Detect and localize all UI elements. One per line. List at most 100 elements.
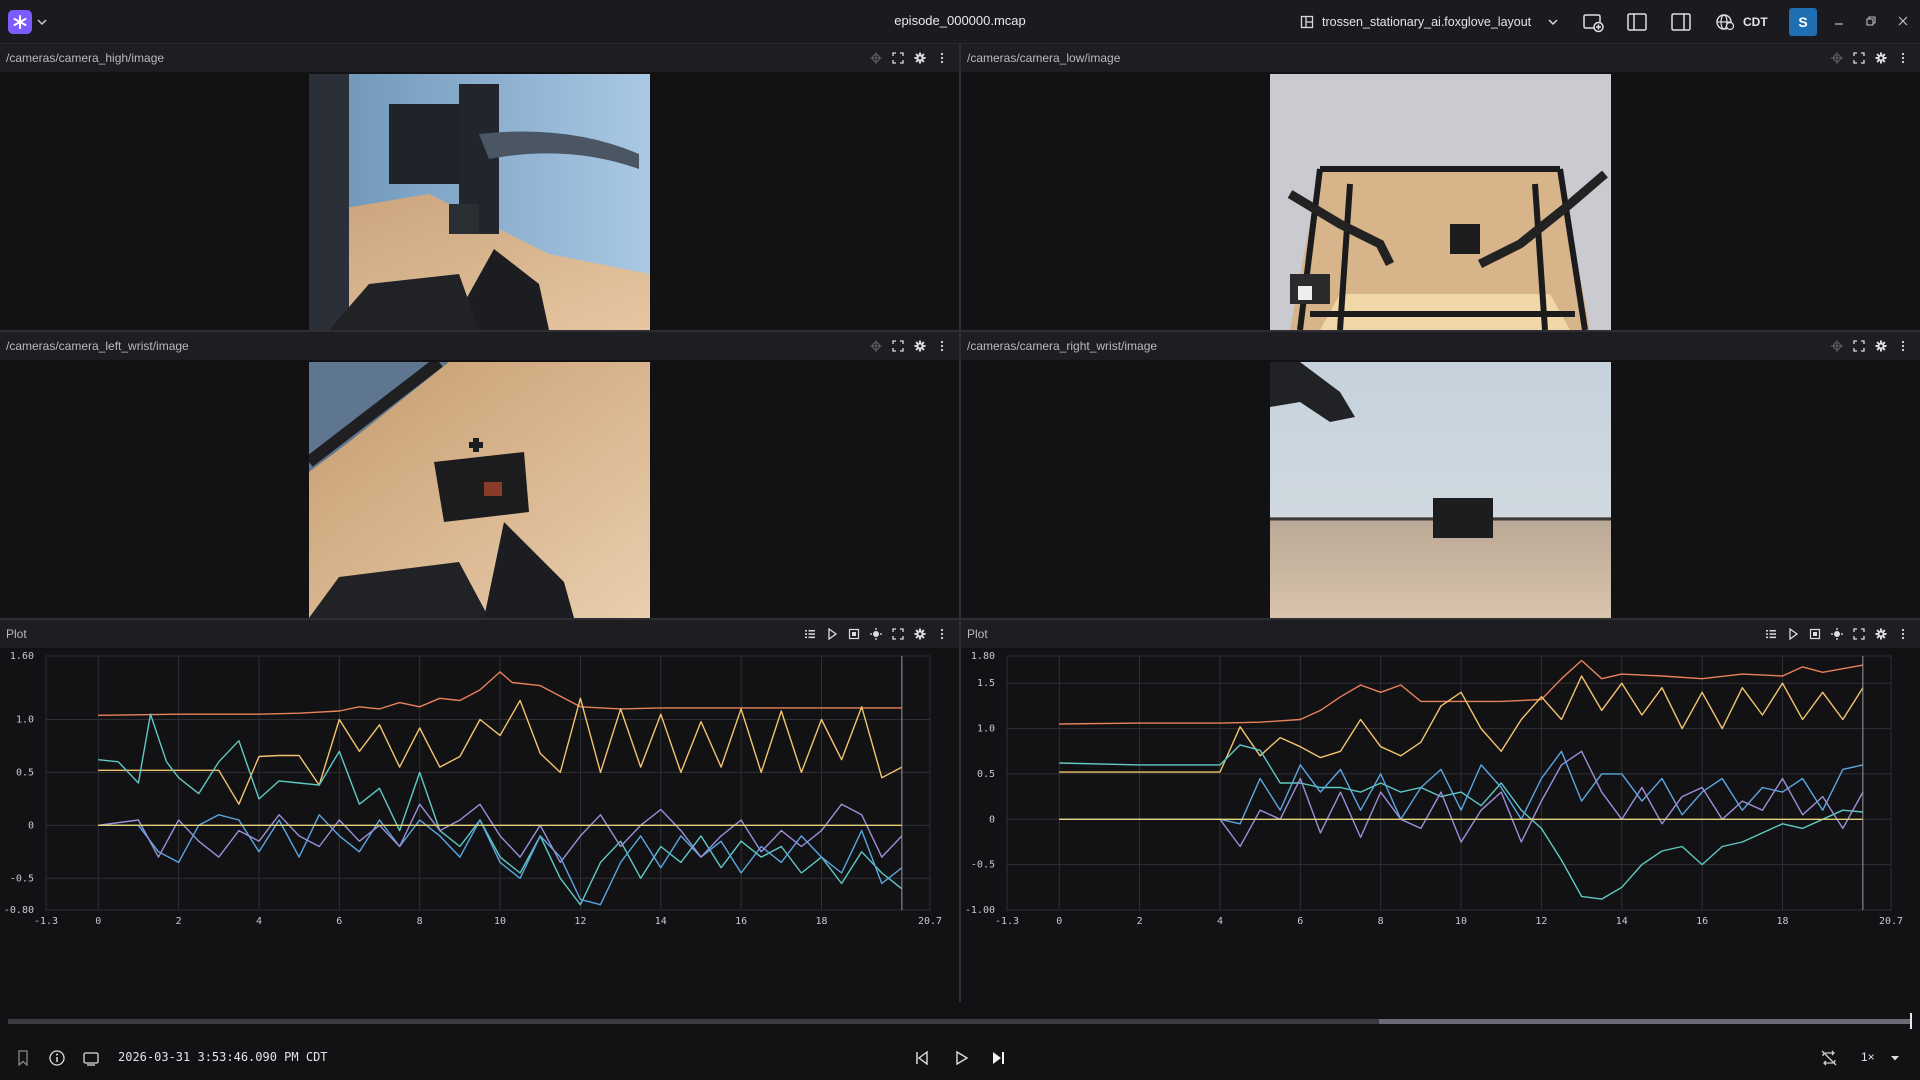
seek-backward-icon[interactable] bbox=[912, 1048, 932, 1068]
more-vertical-icon[interactable] bbox=[933, 337, 951, 355]
timeline-buffered-range bbox=[1378, 1019, 1912, 1024]
x-tick-label: 8 bbox=[417, 916, 423, 927]
more-vertical-icon[interactable] bbox=[1894, 49, 1912, 67]
info-icon[interactable] bbox=[47, 1048, 67, 1068]
seek-forward-icon[interactable] bbox=[988, 1048, 1008, 1068]
play-icon[interactable] bbox=[951, 1048, 971, 1068]
left-sidebar-icon[interactable] bbox=[1626, 11, 1648, 33]
restore-icon[interactable] bbox=[1862, 12, 1880, 30]
y-tick-label: 0 bbox=[28, 820, 34, 831]
app-menu-chevron-icon[interactable] bbox=[36, 12, 48, 32]
panel-header: /cameras/camera_low/image bbox=[961, 44, 1920, 72]
panel-title: Plot bbox=[6, 627, 27, 641]
panel-title: /cameras/camera_left_wrist/image bbox=[6, 339, 189, 353]
x-tick-label: 6 bbox=[336, 916, 342, 927]
plot-panel-left: Plot -1.3 0 2 4 6 8 10 12 14 16 18 20.7 1.60 1.0 0.5 0-… bbox=[0, 620, 959, 1002]
y-tick-label: 1.80 bbox=[971, 651, 995, 662]
y-tick-label: 0 bbox=[989, 814, 995, 825]
bookmark-icon[interactable] bbox=[13, 1048, 33, 1068]
chevron-down-icon bbox=[1548, 19, 1558, 26]
crosshair-icon[interactable] bbox=[1828, 337, 1846, 355]
speed-dropdown-chevron-icon[interactable] bbox=[1885, 1048, 1905, 1068]
playback-speed[interactable]: 1× bbox=[1861, 1050, 1875, 1064]
y-tick-label: 1.60 bbox=[10, 651, 34, 662]
more-vertical-icon[interactable] bbox=[933, 625, 951, 643]
x-tick-label: 4 bbox=[256, 916, 262, 927]
x-tick-label: 16 bbox=[1696, 916, 1708, 927]
time-range-icon[interactable] bbox=[81, 1048, 101, 1068]
timezone-globe-icon[interactable] bbox=[1714, 11, 1736, 33]
x-tick-label: -1.3 bbox=[34, 916, 58, 927]
x-tick-label: 18 bbox=[1776, 916, 1788, 927]
more-vertical-icon[interactable] bbox=[1894, 337, 1912, 355]
pointer-icon[interactable] bbox=[823, 625, 841, 643]
fullscreen-icon[interactable] bbox=[889, 337, 907, 355]
gear-icon[interactable] bbox=[911, 337, 929, 355]
x-tick-label: -1.3 bbox=[995, 916, 1019, 927]
more-vertical-icon[interactable] bbox=[933, 49, 951, 67]
y-tick-label: -0.5 bbox=[971, 860, 995, 871]
reset-view-icon[interactable] bbox=[867, 625, 885, 643]
loop-disabled-icon[interactable] bbox=[1819, 1048, 1839, 1068]
layout-picker[interactable]: trossen_stationary_ai.foxglove_layout bbox=[1300, 10, 1559, 34]
download-image-icon[interactable] bbox=[845, 625, 863, 643]
fullscreen-icon[interactable] bbox=[1850, 625, 1868, 643]
layout-icon bbox=[1300, 15, 1314, 29]
more-vertical-icon[interactable] bbox=[1894, 625, 1912, 643]
y-tick-label: -0.5 bbox=[10, 873, 34, 884]
gear-icon[interactable] bbox=[911, 625, 929, 643]
y-tick-label: 1.0 bbox=[16, 715, 34, 726]
fullscreen-icon[interactable] bbox=[889, 49, 907, 67]
x-tick-label: 0 bbox=[1056, 916, 1062, 927]
camera-right-wrist-panel: /cameras/camera_right_wrist/image bbox=[961, 332, 1920, 618]
timezone-label[interactable]: CDT bbox=[1743, 15, 1768, 29]
crosshair-icon[interactable] bbox=[867, 49, 885, 67]
gear-icon[interactable] bbox=[1872, 625, 1890, 643]
download-image-icon[interactable] bbox=[1806, 625, 1824, 643]
fullscreen-icon[interactable] bbox=[889, 625, 907, 643]
x-tick-label: 14 bbox=[655, 916, 667, 927]
camera-high-image bbox=[309, 74, 650, 330]
panel-header: /cameras/camera_left_wrist/image bbox=[0, 332, 959, 360]
camera-left-wrist-image bbox=[309, 362, 650, 618]
gear-icon[interactable] bbox=[911, 49, 929, 67]
x-tick-label: 10 bbox=[494, 916, 506, 927]
crosshair-icon[interactable] bbox=[1828, 49, 1846, 67]
crosshair-icon[interactable] bbox=[867, 337, 885, 355]
timeline-scrubber[interactable] bbox=[1910, 1013, 1912, 1029]
panel-title: /cameras/camera_low/image bbox=[967, 51, 1121, 65]
gear-icon[interactable] bbox=[1872, 49, 1890, 67]
x-tick-label: 16 bbox=[735, 916, 747, 927]
user-avatar[interactable]: S bbox=[1789, 8, 1817, 36]
pointer-icon[interactable] bbox=[1784, 625, 1802, 643]
panel-title: /cameras/camera_high/image bbox=[6, 51, 165, 65]
x-tick-label: 10 bbox=[1455, 916, 1467, 927]
camera-low-image bbox=[1270, 74, 1611, 330]
playback-timestamp[interactable]: 2026-03-31 3:53:46.090 PM CDT bbox=[118, 1050, 328, 1064]
x-tick-label: 2 bbox=[1137, 916, 1143, 927]
camera-low-panel: /cameras/camera_low/image bbox=[961, 44, 1920, 330]
fullscreen-icon[interactable] bbox=[1850, 337, 1868, 355]
right-sidebar-icon[interactable] bbox=[1670, 11, 1692, 33]
x-tick-label: 8 bbox=[1378, 916, 1384, 927]
reset-view-icon[interactable] bbox=[1828, 625, 1846, 643]
legend-list-icon[interactable] bbox=[801, 625, 819, 643]
gear-icon[interactable] bbox=[1872, 337, 1890, 355]
legend-list-icon[interactable] bbox=[1762, 625, 1780, 643]
minimize-icon[interactable] bbox=[1830, 12, 1848, 30]
app-logo-button[interactable] bbox=[8, 10, 32, 34]
x-tick-label: 6 bbox=[1297, 916, 1303, 927]
plot-chart-left[interactable]: -1.3 0 2 4 6 8 10 12 14 16 18 20.7 1.60 1.0 0.5 0 -0.5 -0… bbox=[0, 648, 959, 1002]
x-tick-label: 0 bbox=[95, 916, 101, 927]
y-tick-label: -1.00 bbox=[965, 905, 995, 916]
playback-timeline[interactable] bbox=[8, 1019, 1912, 1024]
close-icon[interactable] bbox=[1894, 12, 1912, 30]
fullscreen-icon[interactable] bbox=[1850, 49, 1868, 67]
y-tick-label: 0.5 bbox=[16, 767, 34, 778]
foxglove-logo-icon bbox=[13, 15, 27, 29]
y-tick-label: 1.5 bbox=[977, 678, 995, 689]
panel-header: /cameras/camera_right_wrist/image bbox=[961, 332, 1920, 360]
add-panel-icon[interactable] bbox=[1582, 11, 1604, 33]
plot-chart-right[interactable]: -1.3 0 2 4 6 8 10 12 14 16 18 20.7 1.80 1.5 1.0 0.5 0 -0.… bbox=[961, 648, 1920, 1002]
panel-divider-vertical[interactable] bbox=[959, 44, 961, 1002]
